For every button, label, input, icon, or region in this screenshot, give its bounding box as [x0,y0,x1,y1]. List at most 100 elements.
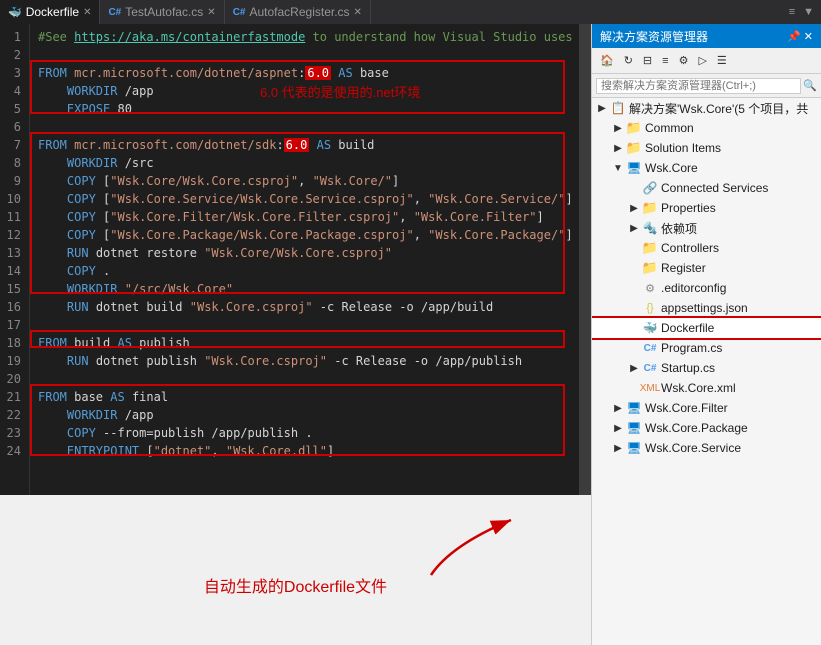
main-area: 1 2 3 4 5 6 7 8 9 10 11 12 13 14 [0,24,821,645]
tab-autofacregister[interactable]: C# AutofacRegister.cs ✕ [225,0,371,24]
tab-overflow-btn[interactable]: ▼ [800,4,817,20]
code-line-11: COPY ["Wsk.Core.Filter/Wsk.Core.Filter.c… [38,208,571,226]
code-line-7: FROM mcr.microsoft.com/dotnet/sdk:6.0 AS… [38,136,571,154]
deps-expand[interactable]: ▶ [626,223,642,234]
wsk-core-xml-label: Wsk.Core.xml [661,381,819,395]
editor-scrollbar[interactable] [579,24,591,495]
solution-toolbar: 🏠 ↻ ⊟ ≡ ⚙ ▷ ☰ [592,48,821,74]
editor-wrapper: 1 2 3 4 5 6 7 8 9 10 11 12 13 14 [0,24,591,645]
solution-items-label: Solution Items [645,141,819,155]
tree-item-wsk-core-xml[interactable]: XML Wsk.Core.xml [592,378,821,398]
wsk-core-expand[interactable]: ▼ [610,163,626,174]
solution-root-item[interactable]: ▶ 📋 解决方案'Wsk.Core'(5 个项目，共 [592,98,821,118]
code-line-14: COPY . [38,262,571,280]
search-icon: 🔍 [803,79,817,92]
controllers-icon: 📁 [642,240,658,256]
solution-items-icon: 📁 [626,140,642,156]
toolbar-more-btn[interactable]: ▷ [694,52,710,69]
tree-item-appsettings[interactable]: {} appsettings.json [592,298,821,318]
code-line-2 [38,46,571,64]
toolbar-home-btn[interactable]: 🏠 [596,52,618,69]
wsk-core-service-icon: 🖥 [626,440,642,456]
tree-item-wsk-core-package[interactable]: ▶ 🖥 Wsk.Core.Package [592,418,821,438]
wsk-core-filter-expand[interactable]: ▶ [610,403,626,414]
app-container: 🐳 Dockerfile ✕ C# TestAutofac.cs ✕ C# Au… [0,0,821,645]
toolbar-refresh-btn[interactable]: ↻ [620,52,637,69]
editor-content: 1 2 3 4 5 6 7 8 9 10 11 12 13 14 [0,24,591,495]
tab-actions: ≡ ▼ [782,4,821,20]
tree-item-program[interactable]: C# Program.cs [592,338,821,358]
tree-item-controllers[interactable]: 📁 Controllers [592,238,821,258]
common-expand[interactable]: ▶ [610,123,626,134]
tree-item-common[interactable]: ▶ 📁 Common [592,118,821,138]
code-line-1: #See https://aka.ms/containerfastmode to… [38,28,571,46]
solution-search-input[interactable] [596,78,801,94]
code-line-5: EXPOSE 80 [38,100,571,118]
code-line-13: RUN dotnet restore "Wsk.Core/Wsk.Core.cs… [38,244,571,262]
tree-item-wsk-core-filter[interactable]: ▶ 🖥 Wsk.Core.Filter [592,398,821,418]
tree-item-properties[interactable]: ▶ 📁 Properties [592,198,821,218]
wsk-core-filter-label: Wsk.Core.Filter [645,401,819,415]
deps-label: 依赖项 [661,220,819,237]
wsk-core-filter-icon: 🖥 [626,400,642,416]
tab-testautofac-icon: C# [108,7,121,18]
editorconfig-icon: ⚙ [642,280,658,296]
tree-item-startup[interactable]: ▶ C# Startup.cs [592,358,821,378]
code-line-12: COPY ["Wsk.Core.Package/Wsk.Core.Package… [38,226,571,244]
code-line-4: WORKDIR /app [38,82,571,100]
wsk-core-package-icon: 🖥 [626,420,642,436]
wsk-core-service-expand[interactable]: ▶ [610,443,626,454]
solution-root-label: 解决方案'Wsk.Core'(5 个项目，共 [629,100,819,117]
code-line-19: RUN dotnet publish "Wsk.Core.csproj" -c … [38,352,571,370]
tab-dockerfile-label: Dockerfile [26,5,79,19]
code-line-22: WORKDIR /app [38,406,571,424]
startup-label: Startup.cs [661,361,819,375]
wsk-core-service-label: Wsk.Core.Service [645,441,819,455]
tab-dockerfile[interactable]: 🐳 Dockerfile ✕ [0,0,100,24]
solution-icon: 📋 [610,100,626,116]
startup-expand[interactable]: ▶ [626,363,642,374]
toolbar-collapse-btn[interactable]: ⊟ [639,52,656,69]
wsk-core-package-expand[interactable]: ▶ [610,423,626,434]
solution-items-expand[interactable]: ▶ [610,143,626,154]
toolbar-settings-btn[interactable]: ⚙ [675,52,693,69]
solution-explorer-header: 解决方案资源管理器 📌 ✕ [592,24,821,48]
solution-root-expand[interactable]: ▶ [594,103,610,114]
wsk-core-icon: 🖥 [626,160,642,176]
code-line-21: FROM base AS final [38,388,571,406]
tree-item-wsk-core-service[interactable]: ▶ 🖥 Wsk.Core.Service [592,438,821,458]
toolbar-filter-btn[interactable]: ≡ [658,53,672,69]
solution-explorer-title: 解决方案资源管理器 [600,28,708,45]
toolbar-properties-btn[interactable]: ☰ [713,52,731,69]
tab-autofacregister-icon: C# [233,7,246,18]
startup-icon: C# [642,360,658,376]
code-area[interactable]: 6.0 代表的是使用的.net环境 #See https://aka.ms/co… [30,24,579,495]
annotation-dockerfile: 自动生成的Dockerfile文件 [204,573,387,597]
code-line-15: WORKDIR "/src/Wsk.Core" [38,280,571,298]
solution-close-btn[interactable]: ✕ [804,30,813,43]
dockerfile-icon: 🐳 [642,320,658,336]
tree-item-deps[interactable]: ▶ 🔩 依赖项 [592,218,821,238]
tree-item-register[interactable]: 📁 Register [592,258,821,278]
solution-pin-btn[interactable]: 📌 [787,30,801,43]
tree-item-dockerfile[interactable]: 🐳 Dockerfile [592,318,821,338]
tab-testautofac-close[interactable]: ✕ [207,7,215,18]
editor-pane[interactable]: 1 2 3 4 5 6 7 8 9 10 11 12 13 14 [0,24,591,645]
tab-dockerfile-close[interactable]: ✕ [83,7,91,18]
tab-autofacregister-close[interactable]: ✕ [354,7,362,18]
code-line-8: WORKDIR /src [38,154,571,172]
tab-testautofac[interactable]: C# TestAutofac.cs ✕ [100,0,224,24]
tree-item-editorconfig[interactable]: ⚙ .editorconfig [592,278,821,298]
connected-services-label: Connected Services [661,181,819,195]
properties-label: Properties [661,201,819,215]
common-label: Common [645,121,819,135]
tree-item-wsk-core[interactable]: ▼ 🖥 Wsk.Core [592,158,821,178]
tree-item-solution-items[interactable]: ▶ 📁 Solution Items [592,138,821,158]
wsk-core-label: Wsk.Core [645,161,819,175]
solution-tree[interactable]: ▶ 📋 解决方案'Wsk.Core'(5 个项目，共 ▶ 📁 Common ▶ … [592,98,821,645]
register-label: Register [661,261,819,275]
properties-expand[interactable]: ▶ [626,203,642,214]
tab-dropdown-btn[interactable]: ≡ [786,4,798,20]
line-numbers: 1 2 3 4 5 6 7 8 9 10 11 12 13 14 [0,24,30,495]
tree-item-connected-services[interactable]: 🔗 Connected Services [592,178,821,198]
